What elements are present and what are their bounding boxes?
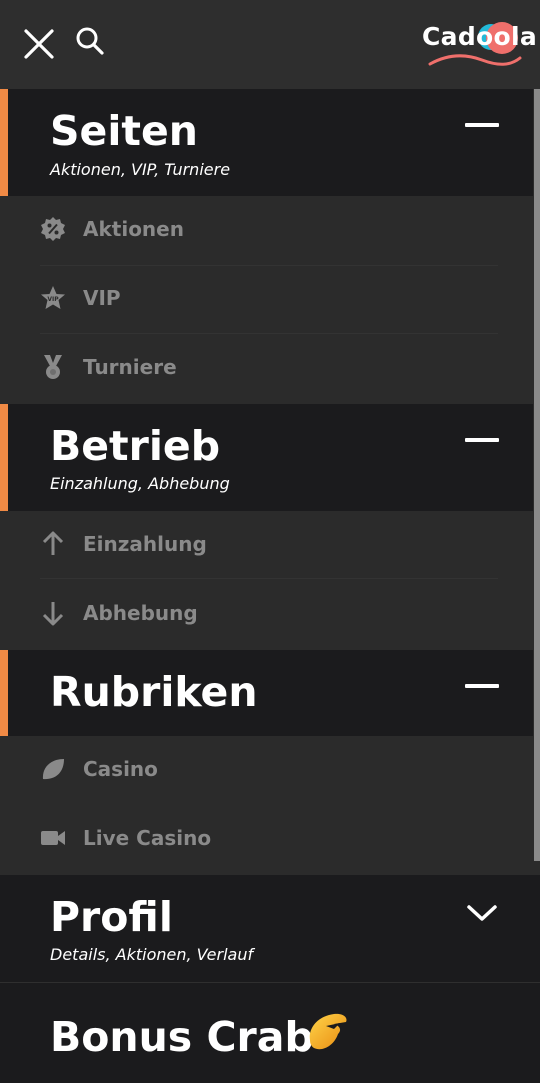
menu-item-einzahlung[interactable]: Einzahlung <box>0 511 533 579</box>
section-subtitle: Aktionen, VIP, Turniere <box>50 160 231 179</box>
video-camera-icon <box>41 831 65 845</box>
percent-badge-icon <box>41 217 65 241</box>
menu-item-label: Abhebung <box>83 601 198 625</box>
collapse-icon[interactable] <box>465 684 499 688</box>
collapse-icon[interactable] <box>465 438 499 442</box>
menu-item-aktionen[interactable]: Aktionen <box>0 196 533 264</box>
svg-text:VIP: VIP <box>47 296 59 303</box>
close-icon[interactable] <box>22 27 56 61</box>
section-subtitle: Einzahlung, Abhebung <box>50 474 230 493</box>
logo-text: Cadoola <box>422 22 538 51</box>
chevron-down-icon[interactable] <box>466 903 498 923</box>
menu-item-label: Live Casino <box>83 826 212 850</box>
divider <box>0 982 540 983</box>
bonus-crab-link[interactable]: Bonus Crab <box>50 1017 314 1058</box>
section-title: Rubriken <box>50 668 258 716</box>
menu-item-label: Turniere <box>83 355 177 379</box>
section-rubriken-header[interactable]: Rubriken <box>0 650 533 736</box>
menu-item-vip[interactable]: VIP VIP <box>0 265 533 333</box>
menu-item-turniere[interactable]: Turniere <box>0 334 533 402</box>
menu-item-label: VIP <box>83 286 121 310</box>
divider <box>40 578 498 579</box>
menu-item-label: Einzahlung <box>83 532 207 556</box>
scrollbar[interactable] <box>534 89 540 861</box>
section-seiten-header[interactable]: Seiten Aktionen, VIP, Turniere <box>0 89 533 196</box>
section-title: Profil <box>50 893 173 941</box>
crab-claw-icon[interactable] <box>304 1010 350 1056</box>
menu-item-label: Casino <box>83 757 158 781</box>
top-bar: Cadoola <box>0 0 540 89</box>
collapse-icon[interactable] <box>465 123 499 127</box>
menu-item-live-casino[interactable]: Live Casino <box>0 805 533 873</box>
arrow-down-icon <box>42 602 64 626</box>
section-rubriken-items: Casino Live Casino <box>0 736 533 875</box>
section-profil-header[interactable]: Profil Details, Aktionen, Verlauf <box>0 875 540 982</box>
logo-wave-icon <box>428 54 522 66</box>
arrow-up-icon <box>42 531 64 555</box>
search-icon[interactable] <box>74 25 106 57</box>
section-betrieb-items: Einzahlung Abhebung <box>0 511 533 650</box>
section-title: Betrieb <box>50 422 221 470</box>
vip-star-icon: VIP <box>41 286 65 309</box>
menu-item-casino[interactable]: Casino <box>0 736 533 804</box>
section-subtitle: Details, Aktionen, Verlauf <box>50 945 254 964</box>
menu-item-abhebung[interactable]: Abhebung <box>0 580 533 648</box>
leaf-icon <box>42 759 64 780</box>
section-betrieb-header[interactable]: Betrieb Einzahlung, Abhebung <box>0 404 533 511</box>
menu-item-label: Aktionen <box>83 217 184 241</box>
section-seiten-items: Aktionen VIP VIP Turniere <box>0 196 533 404</box>
brand-logo[interactable]: Cadoola <box>420 18 537 72</box>
section-title: Seiten <box>50 107 198 155</box>
medal-icon <box>44 355 62 379</box>
